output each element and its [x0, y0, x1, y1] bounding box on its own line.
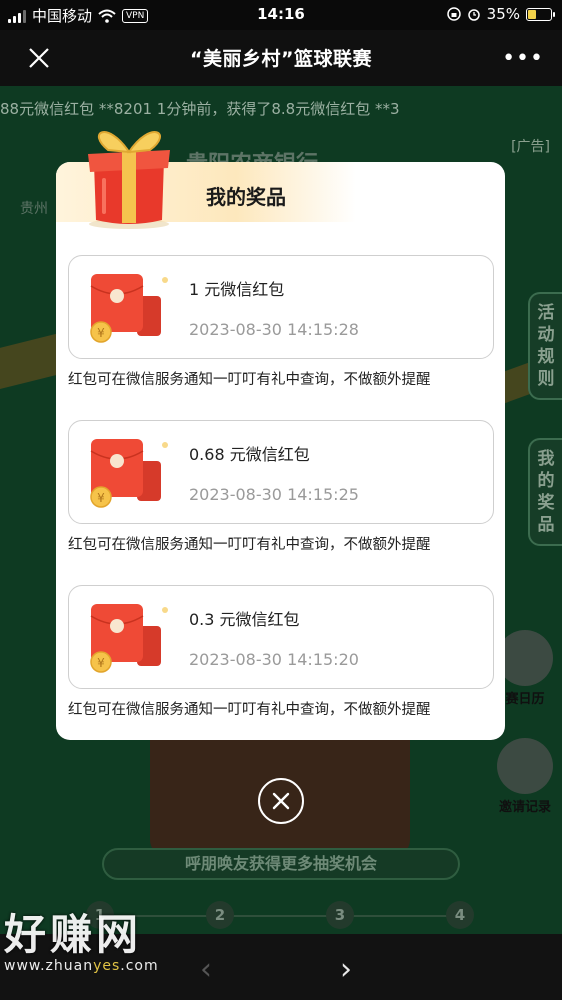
prize-note: 红包可在微信服务通知一叮叮有礼中查询，不做额外提醒: [68, 702, 431, 718]
invite-friends-button[interactable]: 呼朋唤友获得更多抽奖机会: [102, 848, 460, 880]
prize-time: 2023-08-30 14:15:28: [189, 320, 359, 339]
my-prizes-button[interactable]: 我的奖品: [528, 438, 562, 546]
schedule-calendar-label: 赛日历: [505, 692, 545, 707]
prize-time: 2023-08-30 14:15:25: [189, 485, 359, 504]
invite-records-button[interactable]: 邀请记录: [494, 738, 556, 815]
red-envelope-icon: ¥: [90, 604, 168, 673]
prize-note: 红包可在微信服务通知一叮叮有礼中查询，不做额外提醒: [68, 537, 431, 553]
prize-note: 红包可在微信服务通知一叮叮有礼中查询，不做额外提醒: [68, 372, 431, 388]
prize-name: 1 元微信红包: [189, 280, 285, 299]
clipboard-icon: [497, 738, 553, 794]
status-bar: 中国移动 VPN 14:16 35%: [0, 0, 562, 30]
dialog-close-button[interactable]: [258, 778, 304, 824]
battery-icon: [526, 7, 555, 21]
prize-time: 2023-08-30 14:15:20: [189, 650, 359, 669]
calendar-icon: [497, 630, 553, 686]
nav-bar: “美丽乡村”篮球联赛 •••: [0, 30, 562, 86]
watermark-url-prefix: www.zhuan: [4, 958, 94, 974]
invite-records-label: 邀请记录: [498, 800, 551, 815]
step-dot: 4: [446, 901, 474, 929]
alarm-icon: [467, 9, 480, 21]
more-menu-button[interactable]: •••: [502, 46, 544, 71]
close-icon: [272, 792, 290, 810]
winner-ticker: 88元微信红包 **8201 1分钟前，获得了8.8元微信红包 **3: [0, 100, 400, 118]
prize-name: 0.3 元微信红包: [189, 610, 300, 629]
battery-percent: 35%: [486, 5, 520, 23]
step-dot: 2: [206, 901, 234, 929]
forward-button[interactable]: ›: [340, 952, 352, 987]
page-title: “美丽乡村”篮球联赛: [190, 48, 372, 70]
svg-text:¥: ¥: [97, 656, 105, 670]
red-envelope-icon: ¥: [90, 274, 168, 343]
watermark-url: www.zhuanyes.com: [4, 958, 159, 974]
site-watermark: 好赚网 www.zhuanyes.com: [4, 910, 159, 975]
my-prizes-dialog: 我的奖品 ¥ 1 元微信红包 2023-08-30 14:15:28 红包可在微…: [56, 162, 505, 740]
rules-button[interactable]: 活动规则: [528, 292, 562, 400]
watermark-url-suffix: .com: [120, 958, 159, 974]
ad-label: [广告]: [511, 139, 550, 155]
svg-text:¥: ¥: [97, 491, 105, 505]
step-dot: 3: [326, 901, 354, 929]
prize-card: ¥ 0.68 元微信红包 2023-08-30 14:15:25: [68, 420, 494, 524]
dialog-title: 我的奖品: [206, 185, 286, 209]
gift-box-icon: [88, 131, 170, 229]
prize-card: ¥ 0.3 元微信红包 2023-08-30 14:15:20: [68, 585, 494, 689]
bank-region: 贵州: [20, 201, 48, 217]
battery-fill: [528, 9, 537, 19]
lock-rotation-icon: [446, 7, 461, 21]
watermark-text: 好赚网: [4, 910, 143, 959]
red-envelope-icon: ¥: [90, 439, 168, 508]
prize-card: ¥ 1 元微信红包 2023-08-30 14:15:28: [68, 255, 494, 359]
watermark-url-highlight: yes: [93, 958, 121, 974]
back-button[interactable]: ‹: [200, 952, 212, 987]
svg-text:¥: ¥: [97, 326, 105, 340]
prize-name: 0.68 元微信红包: [189, 445, 310, 464]
